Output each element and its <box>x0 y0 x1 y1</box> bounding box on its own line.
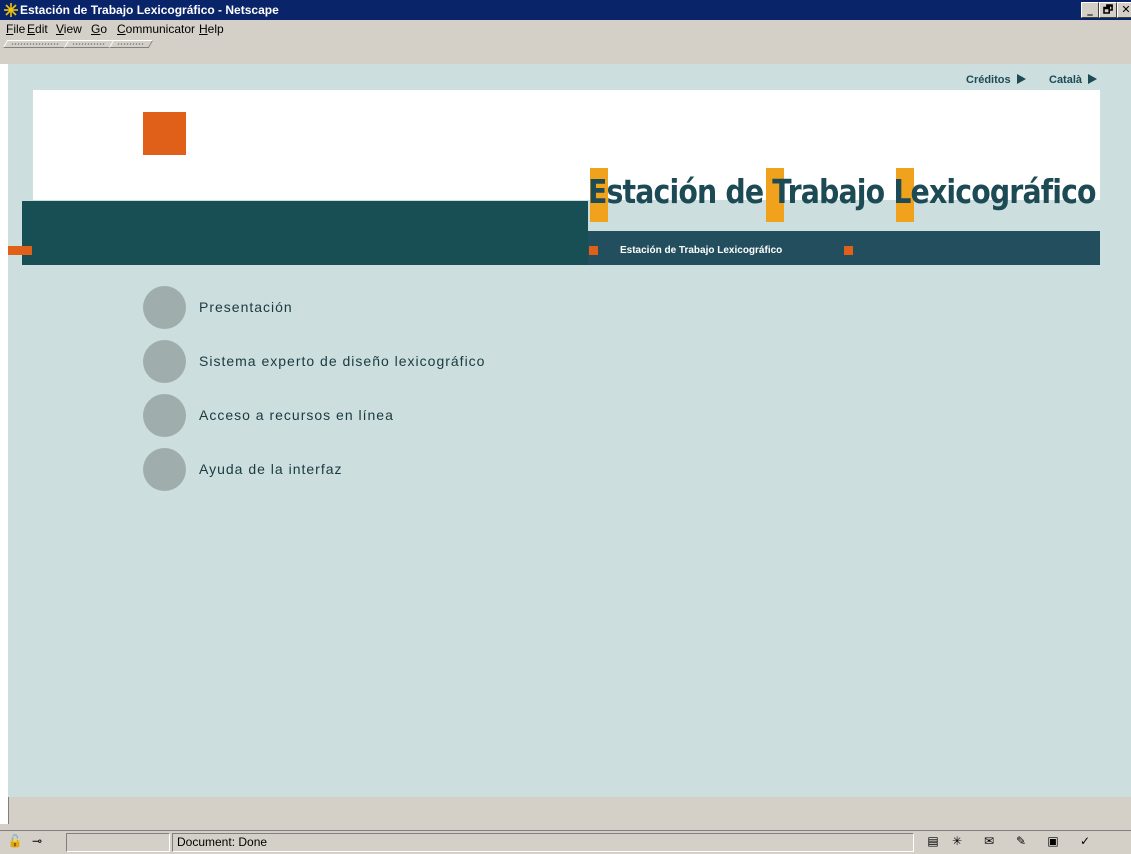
navigation-toolbar-grip[interactable] <box>2 40 70 48</box>
nav-sistema-experto[interactable]: Sistema experto de diseño lexicográfico <box>143 340 563 384</box>
credits-label: Créditos <box>966 74 1011 86</box>
menu-help-accel: H <box>199 22 208 36</box>
catala-label: Català <box>1049 74 1083 86</box>
menu-file[interactable]: File <box>6 22 25 36</box>
site-subtitle: Estación de Trabajo Lexicográfico <box>620 245 783 256</box>
mail-icon[interactable]: ✉ <box>980 834 998 849</box>
menu-help-rest: elp <box>207 22 224 36</box>
security-icon[interactable]: 🔓 <box>6 834 24 849</box>
site-logo-title: Estación de Trabajo Lexicográfico <box>588 172 1097 211</box>
close-button[interactable]: ✕ <box>1117 2 1131 18</box>
restore-button[interactable]: 🗗 <box>1099 2 1117 18</box>
nav-bullet-icon <box>143 340 186 383</box>
collapsed-toolbars <box>0 38 1131 64</box>
personal-toolbar-grip[interactable] <box>108 40 154 48</box>
document-icon[interactable]: ▤ <box>924 834 942 849</box>
status-text-panel: Document: Done <box>172 833 914 852</box>
minimize-button[interactable]: _ <box>1081 2 1099 18</box>
title-bar: Estación de Trabajo Lexicográfico - Nets… <box>0 0 1131 20</box>
discussion-icon[interactable]: ✎ <box>1012 834 1030 849</box>
nav-bullet-icon <box>143 286 186 329</box>
menu-go-accel: G <box>91 22 101 36</box>
menu-edit-rest: dit <box>35 22 48 36</box>
page-content: Créditos Català Estación de Trabajo Lexi… <box>8 64 1131 797</box>
nav-bullet-icon <box>143 448 186 491</box>
menu-edit-accel: E <box>27 22 36 36</box>
menu-communicator-accel: C <box>117 22 126 36</box>
status-text: Document: Done <box>177 835 268 849</box>
nav-label: Ayuda de la interfaz <box>199 461 343 477</box>
menu-view[interactable]: View <box>56 22 82 36</box>
header-band <box>22 201 588 265</box>
menu-view-rest: iew <box>63 22 82 36</box>
progress-panel <box>66 833 170 852</box>
connection-icon: ⊸ <box>31 834 43 848</box>
menu-file-rest: ile <box>13 22 26 36</box>
nav-label: Presentación <box>199 299 293 315</box>
menu-communicator[interactable]: Communicator <box>117 22 195 36</box>
menu-communicator-rest: ommunicator <box>125 22 196 36</box>
arrow-right-icon <box>1016 74 1026 84</box>
menu-view-accel: V <box>56 22 64 36</box>
nav-acceso-recursos[interactable]: Acceso a recursos en línea <box>143 394 563 438</box>
nav-bullet-icon <box>143 394 186 437</box>
navigator-icon[interactable]: ✳ <box>948 834 966 849</box>
status-bar: 🔓 ⊸ Document: Done ▤ ✳ ✉ ✎ ▣ ✓ <box>0 830 1131 854</box>
dial-icon[interactable]: ✓ <box>1076 834 1094 849</box>
menu-go[interactable]: Go <box>91 22 107 36</box>
menu-help[interactable]: Help <box>199 22 224 36</box>
credits-link[interactable]: Créditos <box>966 74 1026 86</box>
nav-label: Acceso a recursos en línea <box>199 407 394 423</box>
arrow-right-icon <box>1088 74 1098 84</box>
location-toolbar-grip[interactable] <box>63 40 115 48</box>
nav-ayuda-interfaz[interactable]: Ayuda de la interfaz <box>143 448 563 492</box>
orange-bullet-left <box>589 246 598 255</box>
catala-link[interactable]: Català <box>1049 74 1098 86</box>
orange-bullet-right <box>844 246 853 255</box>
menu-go-rest: o <box>100 22 108 36</box>
menu-bar: File Edit View Go Communicator Help <box>0 20 1131 38</box>
window-title: Estación de Trabajo Lexicográfico - Nets… <box>20 3 279 17</box>
menu-edit[interactable]: Edit <box>27 22 48 36</box>
composer-icon[interactable]: ▣ <box>1044 834 1062 849</box>
orange-square-decoration <box>143 112 186 155</box>
nav-presentacion[interactable]: Presentación <box>143 286 563 330</box>
nav-label: Sistema experto de diseño lexicográfico <box>199 353 486 369</box>
netscape-icon <box>3 2 19 18</box>
orange-bar-decoration <box>8 246 32 255</box>
